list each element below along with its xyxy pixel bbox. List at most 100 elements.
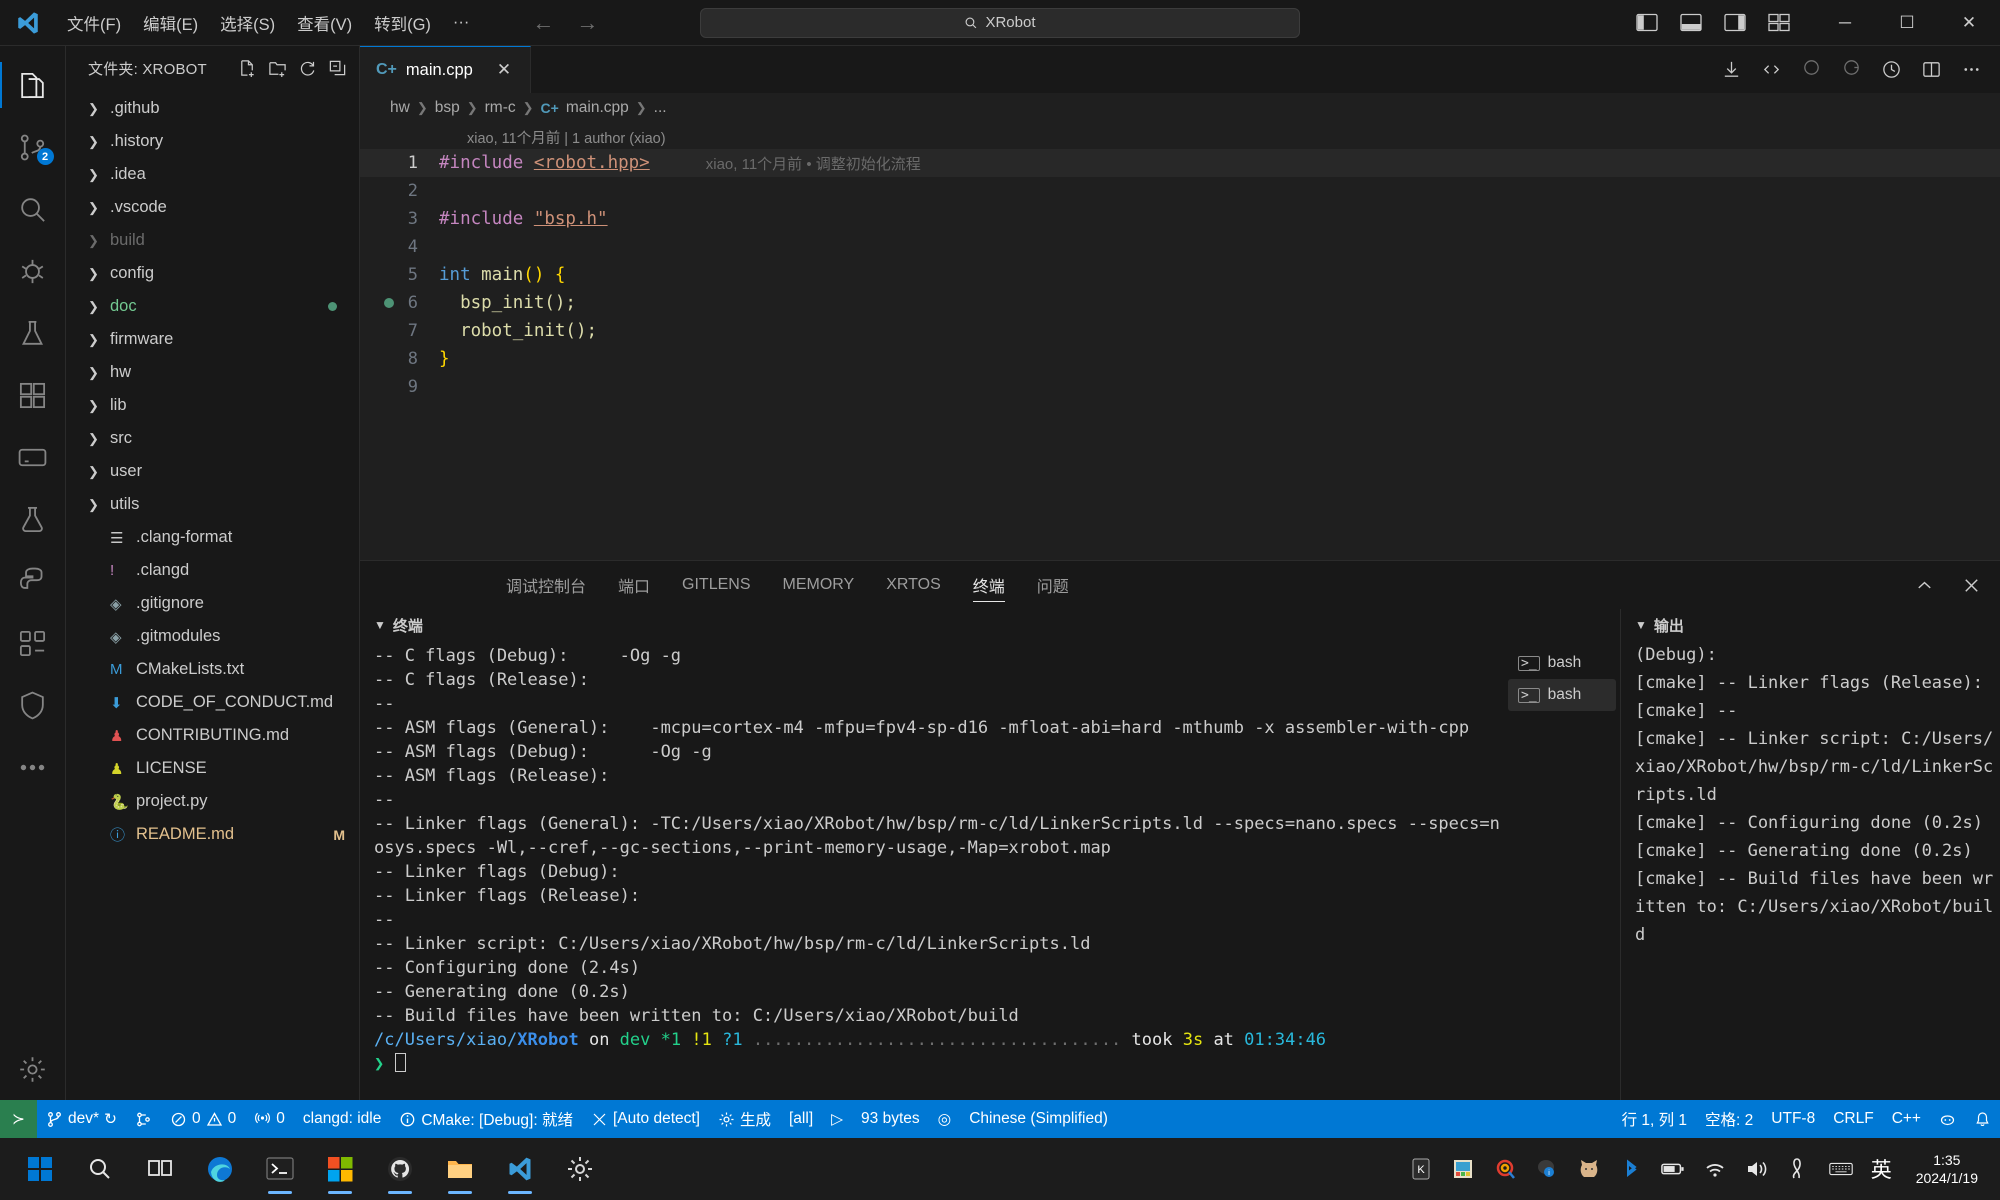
activity-more[interactable]: [0, 736, 66, 798]
tree-folder-row[interactable]: ❯config: [66, 257, 359, 290]
chevron-up-icon[interactable]: [1914, 575, 1935, 596]
app-blue-tray-icon[interactable]: i: [1535, 1157, 1559, 1181]
refresh-icon[interactable]: [298, 59, 317, 78]
tree-folder-row[interactable]: ❯firmware: [66, 323, 359, 356]
chevron-right-icon[interactable]: ❯: [88, 200, 110, 216]
tab-close-icon[interactable]: ✕: [492, 58, 516, 82]
tab-memory[interactable]: MEMORY: [767, 561, 871, 609]
menu-selection[interactable]: 选择(S): [209, 6, 286, 40]
status-remote[interactable]: ≻: [0, 1100, 37, 1138]
toggle-panel-icon[interactable]: [1680, 13, 1702, 32]
chevron-right-icon[interactable]: ❯: [88, 299, 110, 315]
status-eye[interactable]: ◎: [929, 1100, 961, 1138]
taskbar-search[interactable]: [72, 1141, 128, 1197]
tree-folder-row[interactable]: ❯doc: [66, 290, 359, 323]
chevron-down-icon[interactable]: ▼: [1635, 618, 1647, 632]
activity-source-control[interactable]: 2: [0, 116, 66, 178]
forward-arrow-icon[interactable]: →: [576, 10, 598, 36]
chevron-right-icon[interactable]: ❯: [88, 233, 110, 249]
tree-folder-row[interactable]: ❯hw: [66, 356, 359, 389]
chevron-right-icon[interactable]: ❯: [88, 266, 110, 282]
tree-file-row[interactable]: ☰.clang-format: [66, 521, 359, 554]
activity-extensions[interactable]: [0, 364, 66, 426]
tree-file-row[interactable]: ◈.gitmodules: [66, 620, 359, 653]
taskbar-terminal[interactable]: [252, 1141, 308, 1197]
tab-gitlens[interactable]: GITLENS: [666, 561, 766, 609]
menu-more[interactable]: ···: [442, 8, 480, 37]
tree-folder-row[interactable]: ❯.idea: [66, 158, 359, 191]
snipaste-tray-icon[interactable]: [1493, 1157, 1517, 1181]
activity-test-explorer[interactable]: [0, 488, 66, 550]
taskbar-settings[interactable]: [552, 1141, 608, 1197]
debug-continue-icon[interactable]: [1841, 57, 1862, 78]
tab-problems[interactable]: 问题: [1021, 561, 1085, 609]
bluetooth-tray-icon[interactable]: [1619, 1157, 1643, 1181]
close-button[interactable]: ✕: [1938, 0, 2000, 46]
tree-file-row[interactable]: ⓘREADME.mdM: [66, 818, 359, 851]
status-clangd[interactable]: clangd: idle: [294, 1100, 390, 1138]
tree-file-row[interactable]: ◈.gitignore: [66, 587, 359, 620]
code-line-6[interactable]: 6 bsp_init();: [360, 289, 2000, 317]
code-line-9[interactable]: 9: [360, 373, 2000, 401]
tree-folder-row[interactable]: ❯.vscode: [66, 191, 359, 224]
code-editor[interactable]: xiao, 11个月前 | 1 author (xiao) 1 #include…: [360, 123, 2000, 560]
terminal-instance[interactable]: >_ bash: [1508, 647, 1616, 679]
code-line-2[interactable]: 2: [360, 177, 2000, 205]
status-eol[interactable]: CRLF: [1824, 1100, 1882, 1138]
tab-main-cpp[interactable]: C+ main.cpp ✕: [360, 46, 531, 93]
chevron-right-icon[interactable]: ❯: [88, 134, 110, 150]
collapse-all-icon[interactable]: [328, 59, 347, 78]
activity-search[interactable]: [0, 178, 66, 240]
taskbar-store[interactable]: [312, 1141, 368, 1197]
code-line-3[interactable]: 3 #include "bsp.h": [360, 205, 2000, 233]
status-run[interactable]: ▷: [822, 1100, 852, 1138]
code-review-icon[interactable]: [1761, 59, 1782, 80]
tab-terminal[interactable]: 终端: [957, 561, 1021, 609]
code-line-5[interactable]: 5 int main() {: [360, 261, 2000, 289]
start-button[interactable]: [12, 1141, 68, 1197]
tree-folder-row[interactable]: ❯lib: [66, 389, 359, 422]
status-indentation[interactable]: 空格: 2: [1696, 1100, 1762, 1138]
breadcrumb-symbol[interactable]: ...: [654, 99, 667, 117]
volume-tray-icon[interactable]: [1745, 1157, 1769, 1181]
chevron-right-icon[interactable]: ❯: [88, 398, 110, 414]
status-notifications[interactable]: [1965, 1100, 2000, 1138]
activity-manage-settings[interactable]: [0, 1038, 66, 1100]
chevron-right-icon[interactable]: ❯: [88, 167, 110, 183]
cat-tray-icon[interactable]: [1577, 1157, 1601, 1181]
breadcrumb-bsp[interactable]: bsp: [435, 99, 460, 117]
task-view[interactable]: [132, 1141, 188, 1197]
taskbar-github[interactable]: [372, 1141, 428, 1197]
chevron-down-icon[interactable]: ▼: [374, 618, 386, 632]
code-line-4[interactable]: 4: [360, 233, 2000, 261]
close-panel-icon[interactable]: [1961, 575, 1982, 596]
ime-indicator[interactable]: 英: [1871, 1157, 1892, 1181]
status-build[interactable]: 生成: [709, 1100, 780, 1138]
status-kit[interactable]: [Auto detect]: [582, 1100, 709, 1138]
activity-run-debug[interactable]: [0, 240, 66, 302]
code-line-8[interactable]: 8 }: [360, 345, 2000, 373]
chevron-right-icon[interactable]: ❯: [88, 497, 110, 513]
terminal-instance[interactable]: >_ bash: [1508, 679, 1616, 711]
toggle-secondary-sidebar-icon[interactable]: [1724, 13, 1746, 32]
terminal-output[interactable]: -- C flags (Debug): -Og -g -- C flags (R…: [360, 641, 1504, 1100]
chevron-right-icon[interactable]: ❯: [88, 365, 110, 381]
tree-folder-row[interactable]: ❯.github: [66, 92, 359, 125]
battery-tray-icon[interactable]: [1661, 1157, 1685, 1181]
tree-folder-row[interactable]: ❯build: [66, 224, 359, 257]
tree-folder-row[interactable]: ❯.history: [66, 125, 359, 158]
status-gitlens[interactable]: [126, 1100, 161, 1138]
status-encoding[interactable]: UTF-8: [1762, 1100, 1824, 1138]
taskbar-vscode[interactable]: [492, 1141, 548, 1197]
minimize-button[interactable]: ─: [1814, 0, 1876, 46]
wifi-tray-icon[interactable]: [1703, 1157, 1727, 1181]
status-copilot[interactable]: [1930, 1100, 1965, 1138]
status-language-mode[interactable]: C++: [1883, 1100, 1930, 1138]
tab-debug-console[interactable]: 调试控制台: [490, 561, 602, 609]
keyboard-tray-icon[interactable]: [1829, 1157, 1853, 1181]
activity-security[interactable]: [0, 674, 66, 736]
debug-start-icon[interactable]: [1801, 57, 1822, 78]
tree-file-row[interactable]: !.clangd: [66, 554, 359, 587]
menu-edit[interactable]: 编辑(E): [132, 6, 209, 40]
download-icon[interactable]: [1721, 59, 1742, 80]
